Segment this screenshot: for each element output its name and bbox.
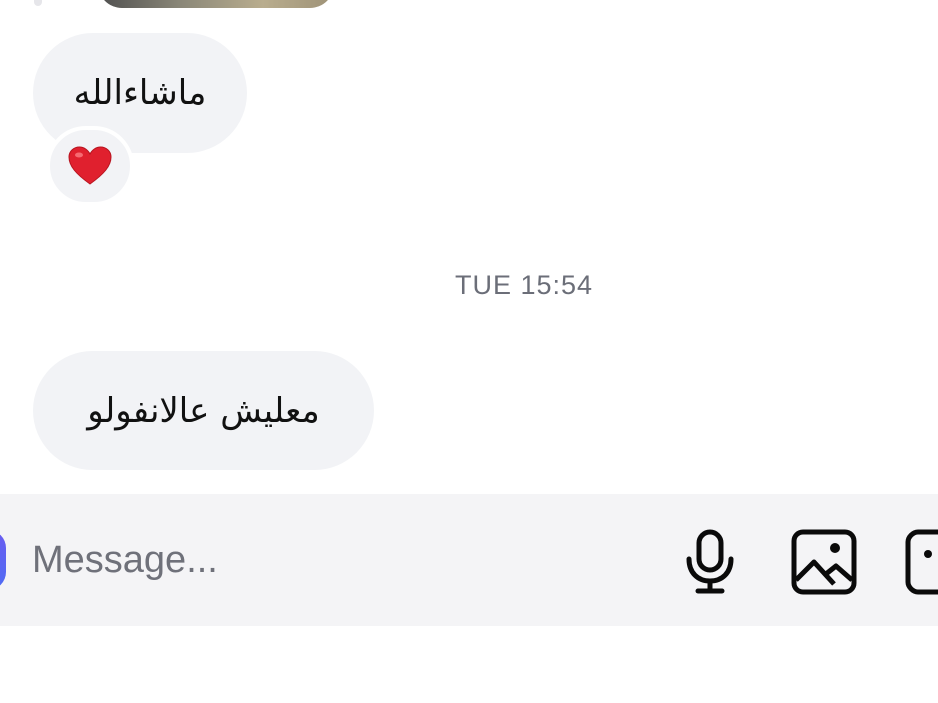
sticker-button[interactable] — [900, 524, 938, 600]
sticker-icon — [905, 529, 938, 595]
chat-thread: ماشاءالله TUE 15:54 معليش عالانفولو — [0, 0, 938, 703]
heart-icon — [68, 146, 112, 185]
message-composer — [0, 494, 938, 626]
message-reaction[interactable] — [46, 126, 134, 206]
photo-gallery-button[interactable] — [786, 524, 862, 600]
shared-media-thumbnail[interactable] — [98, 0, 334, 8]
message-text: معليش عالانفولو — [87, 390, 320, 431]
message-input[interactable] — [32, 532, 652, 588]
message-status-dot — [34, 0, 42, 6]
voice-message-button[interactable] — [672, 524, 748, 600]
message-timestamp: TUE 15:54 — [454, 270, 594, 300]
image-icon — [791, 529, 857, 595]
camera-button[interactable] — [0, 530, 6, 590]
message-bubble[interactable]: معليش عالانفولو — [33, 351, 374, 470]
message-text: ماشاءالله — [73, 73, 207, 113]
microphone-icon — [686, 529, 734, 594]
